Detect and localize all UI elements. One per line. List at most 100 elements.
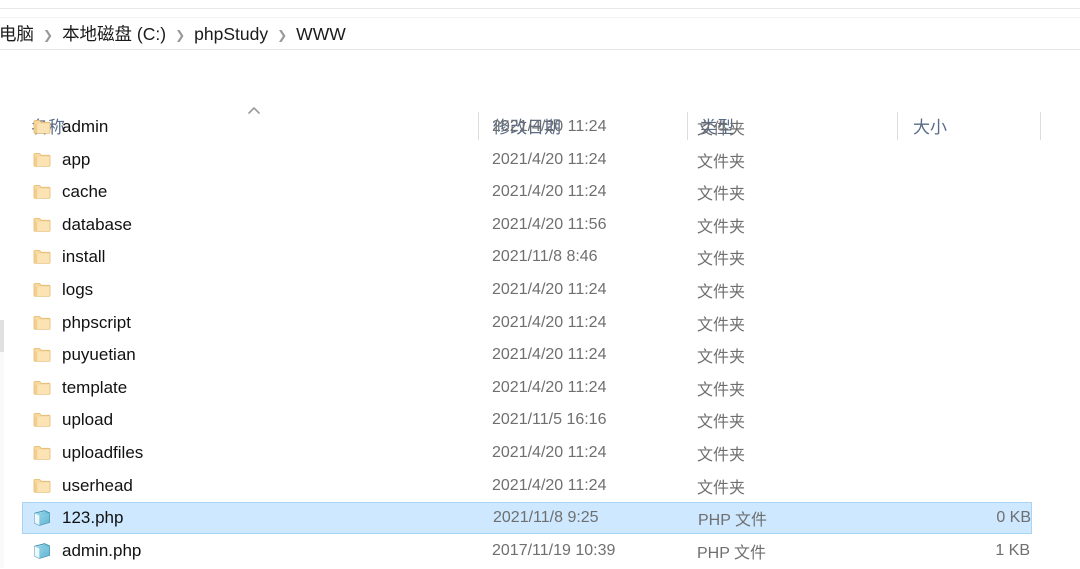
file-name-label: app	[62, 149, 91, 169]
file-name-label: logs	[62, 280, 94, 299]
folder-icon	[31, 312, 53, 334]
file-name-label: cache	[62, 182, 108, 202]
file-date-modified: 2017/11/19 10:39	[492, 541, 616, 559]
file-explorer-window: 电脑❯本地磁盘 (C:)❯phpStudy❯WWW 名称 修改日期 类型 大小 …	[0, 0, 1080, 569]
file-date-modified: 2021/4/20 11:56	[492, 215, 607, 233]
folder-icon	[31, 475, 53, 497]
file-name-label: upload	[62, 410, 114, 430]
file-date-modified: 2021/4/20 11:24	[492, 150, 607, 168]
file-name-label: database	[62, 214, 132, 234]
file-name-label: admin	[62, 117, 109, 136]
breadcrumb-separator-icon: ❯	[277, 28, 288, 42]
file-name-label: uploadfiles	[62, 443, 144, 462]
php-file-icon	[31, 540, 53, 562]
file-name-cell[interactable]: 123.php	[31, 502, 123, 534]
file-name-cell[interactable]: puyuetian	[31, 339, 136, 371]
file-type: 文件夹	[697, 121, 746, 138]
scrollbar-thumb[interactable]	[0, 320, 4, 352]
file-name-label: userhead	[62, 475, 133, 495]
file-type: 文件夹	[697, 251, 746, 269]
breadcrumb-item-3[interactable]: WWW	[295, 20, 347, 49]
folder-icon	[31, 246, 53, 268]
file-name-cell[interactable]: app	[31, 144, 90, 176]
file-type: PHP 文件	[698, 512, 768, 530]
file-name-cell[interactable]: upload	[31, 404, 113, 436]
file-date-modified: 2021/4/20 11:24	[492, 183, 607, 201]
file-date-modified: 2021/11/8 9:25	[493, 509, 599, 527]
file-row[interactable]: upload 2021/11/5 16:16 文件夹	[22, 404, 1032, 436]
file-row[interactable]: cache 2021/4/20 11:24 文件夹	[22, 176, 1032, 208]
breadcrumb[interactable]: 电脑 ❯ 本地磁盘 (C:) ❯ phpStudy ❯ WWW	[0, 20, 1080, 49]
folder-icon	[31, 409, 53, 431]
top-divider-upper	[0, 8, 1080, 9]
file-name-cell[interactable]: cache	[31, 176, 107, 208]
file-name-cell[interactable]: install	[31, 241, 105, 273]
file-date-modified: 2021/4/20 11:24	[492, 118, 607, 135]
file-row[interactable]: install 2021/11/8 8:46 文件夹	[22, 241, 1032, 273]
file-type: 文件夹	[697, 218, 746, 236]
scrollbar-track[interactable]	[0, 320, 4, 568]
file-name-label: 123.php	[62, 508, 124, 528]
file-row[interactable]: template 2021/4/20 11:24 文件夹	[22, 372, 1032, 404]
file-date-modified: 2021/11/8 8:46	[492, 248, 598, 266]
folder-icon	[31, 214, 53, 236]
folder-icon	[31, 149, 53, 171]
file-type: 文件夹	[697, 349, 746, 367]
folder-icon	[31, 181, 53, 203]
folder-icon	[31, 279, 53, 301]
breadcrumb-item-1[interactable]: 本地磁盘 (C:)	[61, 20, 167, 49]
file-row[interactable]: uploadfiles 2021/4/20 11:24 文件夹	[22, 437, 1032, 469]
file-type: 文件夹	[697, 414, 746, 432]
file-row[interactable]: userhead 2021/4/20 11:24 文件夹	[22, 470, 1032, 502]
file-type: 文件夹	[697, 316, 746, 334]
file-row[interactable]: logs 2021/4/20 11:24 文件夹	[22, 274, 1032, 306]
php-file-icon	[31, 507, 53, 529]
file-name-cell[interactable]: template	[31, 372, 127, 404]
file-name-cell[interactable]: database	[31, 209, 132, 241]
top-divider-lower	[0, 17, 1080, 18]
folder-icon	[31, 442, 53, 464]
file-name-cell[interactable]: admin	[31, 111, 108, 143]
file-type: 文件夹	[697, 381, 746, 399]
breadcrumb-item-2[interactable]: phpStudy	[193, 20, 269, 49]
file-type: 文件夹	[697, 447, 746, 464]
file-date-modified: 2021/11/5 16:16	[492, 411, 607, 429]
file-date-modified: 2021/4/20 11:24	[492, 313, 607, 331]
file-type: PHP 文件	[697, 544, 767, 562]
file-name-label: admin.php	[62, 540, 142, 560]
file-date-modified: 2021/4/20 11:24	[492, 476, 607, 494]
file-name-label: install	[62, 247, 106, 267]
column-header-bar: 名称 修改日期 类型 大小	[0, 50, 1080, 140]
file-size: 1 KB	[995, 541, 1030, 559]
file-name-cell[interactable]: userhead	[31, 470, 133, 502]
folder-icon	[31, 377, 53, 399]
file-type: 文件夹	[697, 284, 746, 301]
breadcrumb-separator-icon: ❯	[175, 28, 186, 42]
file-size: 0 KB	[996, 509, 1031, 527]
file-row[interactable]: admin.php 2017/11/19 10:39 PHP 文件 1 KB	[22, 535, 1032, 567]
file-date-modified: 2021/4/20 11:24	[492, 281, 607, 298]
file-list[interactable]: admin 2021/4/20 11:24 文件夹 app 2021/4/20 11:2…	[0, 101, 1080, 569]
file-name-cell[interactable]: phpscript	[31, 307, 131, 339]
file-name-label: phpscript	[62, 312, 131, 332]
folder-icon	[31, 116, 53, 138]
file-name-cell[interactable]: uploadfiles	[31, 437, 143, 469]
file-row[interactable]: 123.php 2021/11/8 9:25 PHP 文件 0 KB	[22, 502, 1032, 535]
folder-icon	[31, 344, 53, 366]
file-date-modified: 2021/4/20 11:24	[492, 444, 607, 461]
file-type: 文件夹	[697, 186, 746, 204]
file-type: 文件夹	[697, 153, 746, 171]
breadcrumb-item-0[interactable]: 电脑	[0, 20, 35, 49]
file-name-cell[interactable]: logs	[31, 274, 93, 306]
file-date-modified: 2021/4/20 11:24	[492, 378, 607, 396]
file-date-modified: 2021/4/20 11:24	[492, 346, 607, 364]
file-row[interactable]: admin 2021/4/20 11:24 文件夹	[22, 111, 1032, 143]
file-row[interactable]: phpscript 2021/4/20 11:24 文件夹	[22, 307, 1032, 339]
file-row[interactable]: app 2021/4/20 11:24 文件夹	[22, 144, 1032, 176]
file-name-label: template	[62, 377, 128, 397]
breadcrumb-separator-icon: ❯	[43, 28, 54, 42]
file-row[interactable]: puyuetian 2021/4/20 11:24 文件夹	[22, 339, 1032, 371]
file-row[interactable]: database 2021/4/20 11:56 文件夹	[22, 209, 1032, 241]
file-type: 文件夹	[697, 479, 746, 497]
file-name-cell[interactable]: admin.php	[31, 535, 141, 567]
